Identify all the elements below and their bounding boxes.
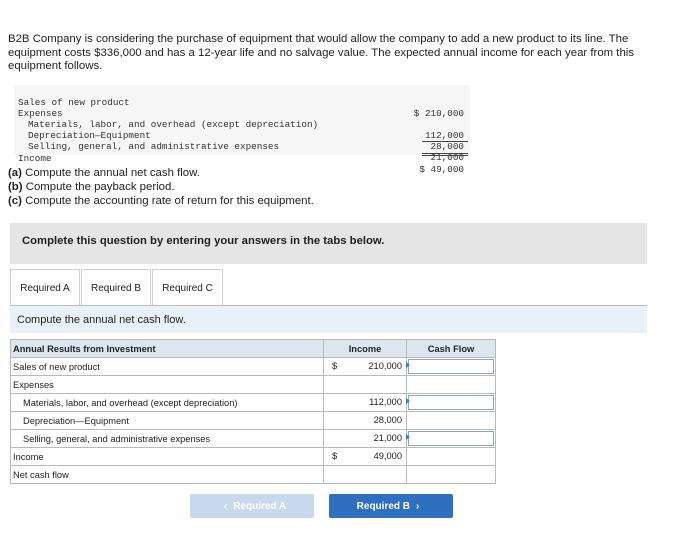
income-cell: $210,000 xyxy=(323,357,407,376)
tab-required-b[interactable]: Required B xyxy=(81,269,151,306)
prev-required-a-button[interactable]: ‹ Required A xyxy=(190,494,314,518)
table-row: Sales of new product $210,000 xyxy=(10,357,496,376)
header-income: Income xyxy=(323,339,407,358)
stmt-label: Income xyxy=(18,153,52,164)
chevron-left-icon: ‹ xyxy=(223,500,228,512)
cash-flow-cell xyxy=(406,465,496,484)
requirements-list: (a) Compute the annual net cash flow. (b… xyxy=(8,166,314,208)
prev-button-label: Required A xyxy=(233,500,287,512)
row-label: Depreciation—Equipment xyxy=(10,411,324,430)
next-required-b-button[interactable]: Required B › xyxy=(329,494,453,518)
stmt-value: $ 49,000 xyxy=(419,164,464,175)
next-button-label: Required B xyxy=(356,500,410,512)
chevron-right-icon: › xyxy=(416,500,420,512)
income-cell: $49,000 xyxy=(323,447,407,466)
instruction-text: Compute the annual net cash flow. xyxy=(17,314,186,326)
cash-flow-input-sales[interactable] xyxy=(406,359,494,374)
income-cell xyxy=(323,465,407,484)
banner-text: Complete this question by entering your … xyxy=(22,235,385,247)
cash-flow-cell xyxy=(406,357,496,376)
header-label: Annual Results from Investment xyxy=(10,339,324,358)
row-label: Net cash flow xyxy=(10,465,324,484)
income-cell: 112,000 xyxy=(323,393,407,412)
table-row: Expenses xyxy=(10,375,496,394)
input-marker-icon xyxy=(406,434,410,440)
table-row: Materials, labor, and overhead (except d… xyxy=(10,393,496,412)
row-label: Expenses xyxy=(10,375,324,394)
tab-instruction: Compute the annual net cash flow. xyxy=(10,306,647,333)
stmt-row-expenses: Expenses xyxy=(18,97,464,119)
cash-flow-input-selling[interactable] xyxy=(406,431,494,446)
double-underline xyxy=(422,155,468,156)
row-label: Sales of new product xyxy=(10,357,324,376)
stmt-row-income: Income $ 49,000 xyxy=(18,142,464,175)
input-marker-icon xyxy=(406,398,410,404)
cash-flow-cell xyxy=(406,429,496,448)
income-statement-block: Sales of new product $ 210,000 Expenses … xyxy=(14,85,470,175)
table-row: Net cash flow xyxy=(10,465,496,484)
input-marker-icon xyxy=(406,362,410,368)
requirement-c: (c) Compute the accounting rate of retur… xyxy=(8,195,314,207)
income-cell xyxy=(323,375,407,394)
instructions-banner: Complete this question by entering your … xyxy=(10,223,647,264)
table-row: Depreciation—Equipment 28,000 xyxy=(10,411,496,430)
header-cash-flow: Cash Flow xyxy=(406,339,496,358)
double-underline xyxy=(422,153,468,154)
cash-flow-input-materials[interactable] xyxy=(406,395,494,410)
cash-flow-cell xyxy=(406,447,496,466)
row-label: Income xyxy=(10,447,324,466)
income-cell: 21,000 xyxy=(323,429,407,448)
table-row: Selling, general, and administrative exp… xyxy=(10,429,496,448)
stmt-row-depreciation: Depreciation—Equipment 28,000 xyxy=(18,119,464,152)
table-row: Income $49,000 xyxy=(10,447,496,466)
requirement-b: (b) Compute the payback period. xyxy=(8,181,175,193)
row-label: Selling, general, and administrative exp… xyxy=(10,429,324,448)
income-cell: 28,000 xyxy=(323,411,407,430)
tab-required-c[interactable]: Required C xyxy=(152,269,223,306)
cash-flow-cell xyxy=(406,375,496,394)
stmt-row-materials: Materials, labor, and overhead (except d… xyxy=(18,108,464,141)
table-header: Annual Results from Investment Income Ca… xyxy=(10,339,496,358)
cash-flow-cell xyxy=(406,411,496,430)
requirement-a: (a) Compute the annual net cash flow. xyxy=(8,167,200,179)
tab-required-a[interactable]: Required A xyxy=(10,269,80,306)
stmt-row-selling: Selling, general, and administrative exp… xyxy=(18,130,464,163)
cash-flow-table: Annual Results from Investment Income Ca… xyxy=(10,339,496,484)
cash-flow-cell xyxy=(406,393,496,412)
row-label: Materials, labor, and overhead (except d… xyxy=(10,393,324,412)
problem-statement: B2B Company is considering the purchase … xyxy=(8,33,635,72)
stmt-row-sales: Sales of new product $ 210,000 xyxy=(18,86,464,119)
